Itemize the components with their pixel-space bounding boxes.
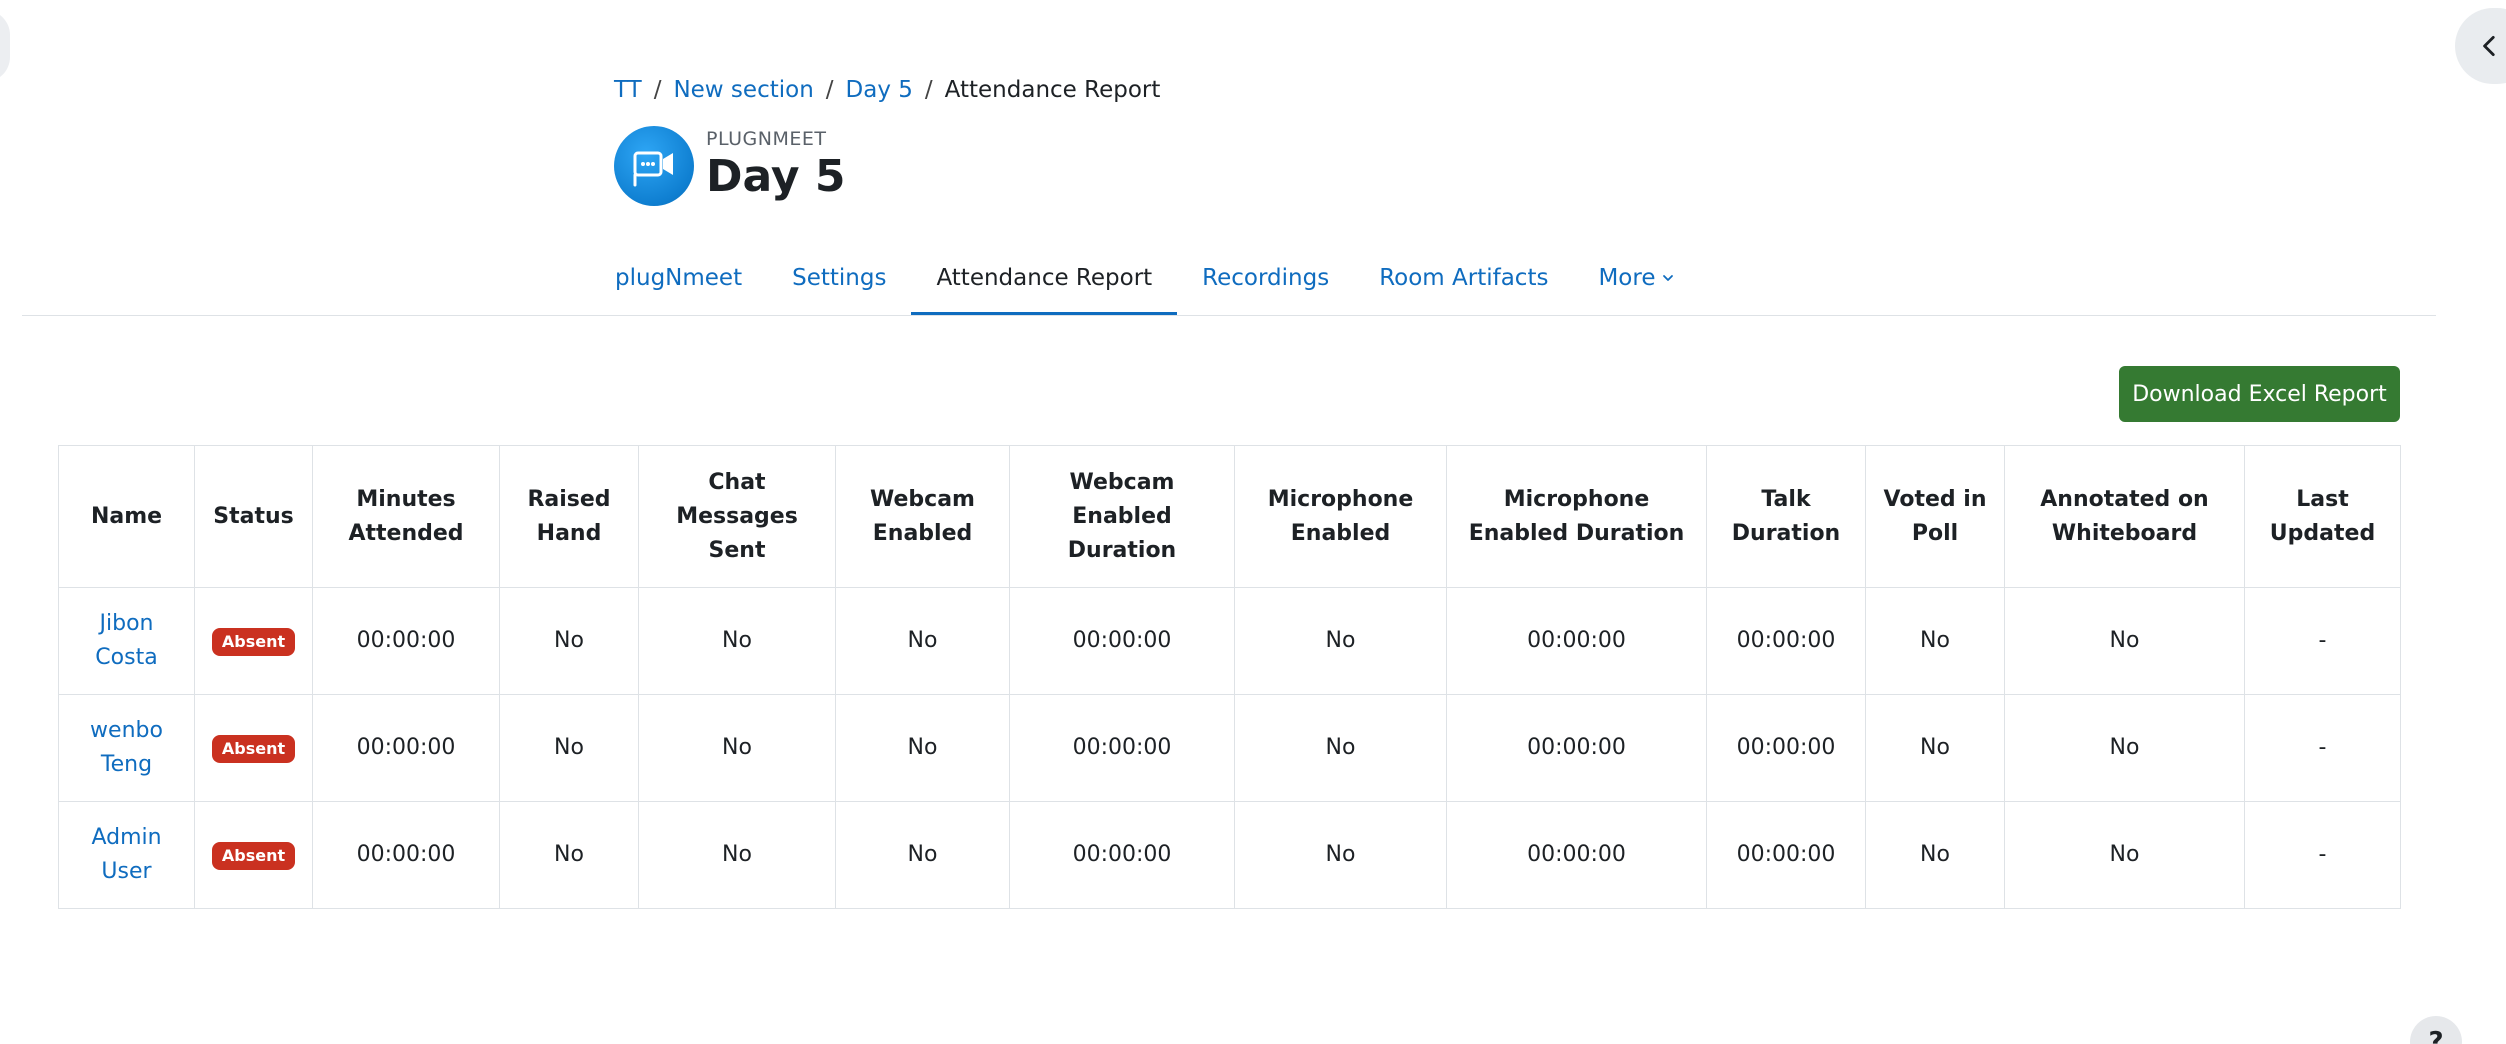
breadcrumb-separator: / bbox=[825, 77, 834, 103]
breadcrumb-separator: / bbox=[924, 77, 933, 103]
tab-recordings[interactable]: Recordings bbox=[1177, 240, 1354, 316]
left-edge-button[interactable] bbox=[0, 10, 10, 82]
cell-name: Admin User bbox=[58, 801, 195, 909]
cell-raised-hand: No bbox=[499, 694, 639, 802]
column-header-chat-messages-sent: Chat Messages Sent bbox=[638, 445, 836, 588]
cell-minutes-attended: 00:00:00 bbox=[312, 587, 500, 695]
breadcrumb-item-current: Attendance Report bbox=[944, 77, 1161, 103]
cell-last-updated: - bbox=[2244, 694, 2401, 802]
tab-label: plugNmeet bbox=[615, 265, 743, 291]
cell-webcam-enabled-duration: 00:00:00 bbox=[1009, 801, 1235, 909]
column-header-voted-in-poll: Voted in Poll bbox=[1865, 445, 2005, 588]
help-button[interactable]: ? bbox=[2410, 1016, 2462, 1044]
tab-more[interactable]: More bbox=[1573, 240, 1700, 316]
cell-microphone-enabled: No bbox=[1234, 801, 1447, 909]
column-header-talk-duration: Talk Duration bbox=[1706, 445, 1866, 588]
cell-microphone-enabled-duration: 00:00:00 bbox=[1446, 694, 1707, 802]
cell-microphone-enabled: No bbox=[1234, 587, 1447, 695]
video-chat-icon bbox=[633, 151, 673, 187]
drawer-toggle-button[interactable] bbox=[2455, 8, 2506, 84]
breadcrumb-item-course[interactable]: TT bbox=[614, 77, 642, 103]
page-header: PLUGNMEET Day 5 bbox=[614, 126, 845, 206]
cell-minutes-attended: 00:00:00 bbox=[312, 801, 500, 909]
cell-voted-in-poll: No bbox=[1865, 801, 2005, 909]
cell-last-updated: - bbox=[2244, 587, 2401, 695]
cell-name: wenbo Teng bbox=[58, 694, 195, 802]
participant-link[interactable]: wenbo Teng bbox=[90, 718, 163, 777]
status-badge: Absent bbox=[211, 628, 296, 656]
table-row: Admin User Absent 00:00:00 No No No 00:0… bbox=[58, 801, 2401, 909]
participant-link[interactable]: Jibon Costa bbox=[95, 611, 157, 670]
cell-minutes-attended: 00:00:00 bbox=[312, 694, 500, 802]
column-header-name: Name bbox=[58, 445, 195, 588]
column-header-webcam-enabled-duration: Webcam Enabled Duration bbox=[1009, 445, 1235, 588]
cell-chat-messages-sent: No bbox=[638, 587, 836, 695]
download-excel-report-button[interactable]: Download Excel Report bbox=[2119, 366, 2400, 422]
cell-webcam-enabled: No bbox=[835, 587, 1010, 695]
page-title: Day 5 bbox=[706, 151, 846, 202]
column-header-microphone-enabled-duration: Microphone Enabled Duration bbox=[1446, 445, 1707, 588]
tab-plugnmeet[interactable]: plugNmeet bbox=[590, 240, 767, 316]
cell-voted-in-poll: No bbox=[1865, 694, 2005, 802]
column-header-minutes-attended: Minutes Attended bbox=[312, 445, 500, 588]
cell-webcam-enabled: No bbox=[835, 801, 1010, 909]
attendance-table: Name Status Minutes Attended Raised Hand… bbox=[58, 445, 2401, 909]
cell-status: Absent bbox=[194, 587, 313, 695]
cell-webcam-enabled: No bbox=[835, 694, 1010, 802]
tab-room-artifacts[interactable]: Room Artifacts bbox=[1354, 240, 1573, 316]
tab-label: Settings bbox=[792, 265, 887, 291]
cell-raised-hand: No bbox=[499, 587, 639, 695]
page: TT / New section / Day 5 / Attendance Report P… bbox=[0, 0, 2506, 1044]
column-header-microphone-enabled: Microphone Enabled bbox=[1234, 445, 1447, 588]
cell-webcam-enabled-duration: 00:00:00 bbox=[1009, 587, 1235, 695]
table-header-row: Name Status Minutes Attended Raised Hand… bbox=[58, 445, 2401, 588]
chevron-down-icon bbox=[1663, 275, 1674, 281]
breadcrumb-separator: / bbox=[653, 77, 662, 103]
cell-name: Jibon Costa bbox=[58, 587, 195, 695]
column-header-status: Status bbox=[194, 445, 313, 588]
tab-label: Attendance Report bbox=[936, 265, 1153, 291]
cell-microphone-enabled-duration: 00:00:00 bbox=[1446, 801, 1707, 909]
cell-microphone-enabled-duration: 00:00:00 bbox=[1446, 587, 1707, 695]
tab-label: More bbox=[1598, 265, 1656, 291]
status-badge: Absent bbox=[211, 842, 296, 870]
cell-microphone-enabled: No bbox=[1234, 694, 1447, 802]
cell-status: Absent bbox=[194, 694, 313, 802]
plugnmeet-logo-icon bbox=[614, 126, 694, 206]
plugin-label: PLUGNMEET bbox=[706, 128, 827, 150]
tab-label: Recordings bbox=[1202, 265, 1330, 291]
cell-voted-in-poll: No bbox=[1865, 587, 2005, 695]
cell-annotated-on-whiteboard: No bbox=[2004, 694, 2245, 802]
cell-last-updated: - bbox=[2244, 801, 2401, 909]
table-row: wenbo Teng Absent 00:00:00 No No No 00:0… bbox=[58, 694, 2401, 802]
column-header-annotated-on-whiteboard: Annotated on Whiteboard bbox=[2004, 445, 2245, 588]
chevron-left-icon bbox=[2483, 35, 2495, 57]
breadcrumb: TT / New section / Day 5 / Attendance Report bbox=[614, 72, 1160, 108]
table-row: Jibon Costa Absent 00:00:00 No No No 00:… bbox=[58, 587, 2401, 695]
cell-annotated-on-whiteboard: No bbox=[2004, 801, 2245, 909]
breadcrumb-item-activity[interactable]: Day 5 bbox=[846, 77, 913, 103]
breadcrumb-item-section[interactable]: New section bbox=[673, 77, 813, 103]
cell-annotated-on-whiteboard: No bbox=[2004, 587, 2245, 695]
cell-raised-hand: No bbox=[499, 801, 639, 909]
cell-talk-duration: 00:00:00 bbox=[1706, 801, 1866, 909]
cell-chat-messages-sent: No bbox=[638, 694, 836, 802]
column-header-last-updated: Last Updated bbox=[2244, 445, 2401, 588]
cell-chat-messages-sent: No bbox=[638, 801, 836, 909]
cell-status: Absent bbox=[194, 801, 313, 909]
column-header-webcam-enabled: Webcam Enabled bbox=[835, 445, 1010, 588]
column-header-raised-hand: Raised Hand bbox=[499, 445, 639, 588]
tabs-divider bbox=[22, 315, 2436, 316]
tab-settings[interactable]: Settings bbox=[767, 240, 911, 316]
cell-talk-duration: 00:00:00 bbox=[1706, 587, 1866, 695]
secondary-navigation: plugNmeet Settings Attendance Report Rec… bbox=[590, 240, 1700, 316]
tab-attendance-report[interactable]: Attendance Report bbox=[911, 240, 1177, 316]
tab-label: Room Artifacts bbox=[1379, 265, 1549, 291]
status-badge: Absent bbox=[211, 735, 296, 763]
participant-link[interactable]: Admin User bbox=[91, 825, 161, 884]
cell-talk-duration: 00:00:00 bbox=[1706, 694, 1866, 802]
cell-webcam-enabled-duration: 00:00:00 bbox=[1009, 694, 1235, 802]
